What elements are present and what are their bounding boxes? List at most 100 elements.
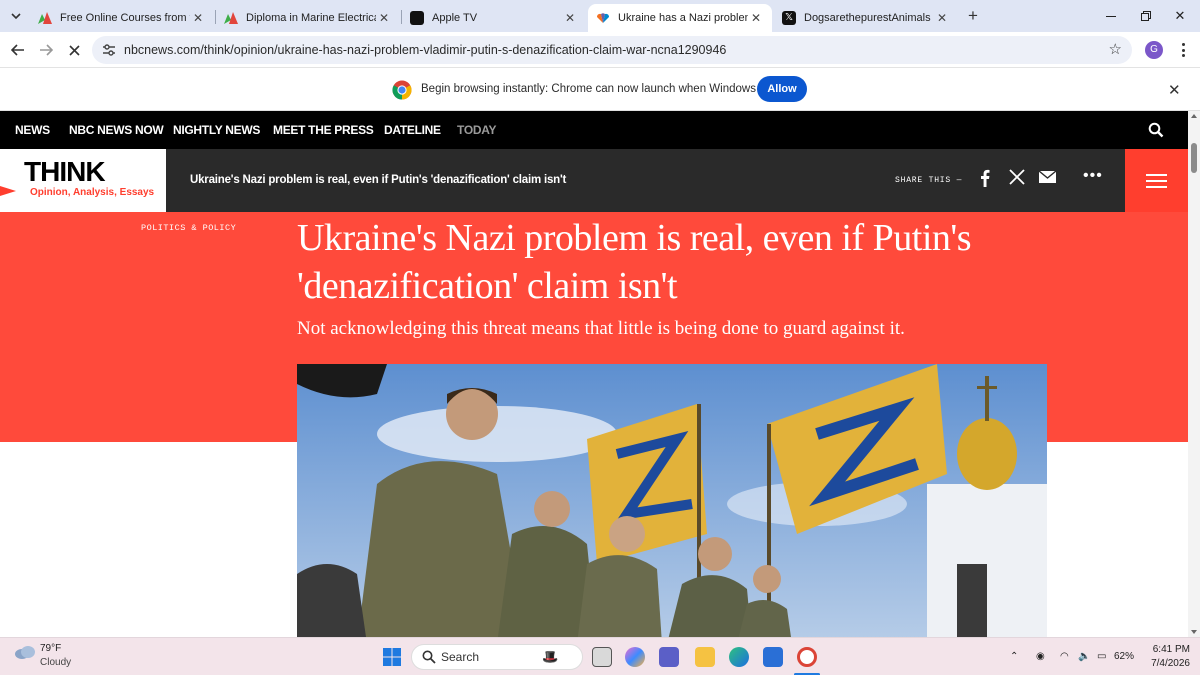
chevron-down-icon [11,13,21,20]
new-tab-button[interactable]: + [963,6,983,26]
close-tab-icon[interactable]: ✕ [748,11,764,25]
tab-strip: Free Online Courses from the W ✕ Diploma… [0,0,1200,32]
allow-button[interactable]: Allow [757,76,807,102]
tab-ukraine-article[interactable]: Ukraine has a Nazi problem, bu ✕ [588,4,772,32]
nav-news[interactable]: NEWS [15,111,50,149]
search-icon[interactable] [1148,122,1164,138]
close-tab-icon[interactable]: ✕ [376,11,392,25]
forward-arrow-icon [40,44,53,56]
weather-condition[interactable]: Cloudy [40,657,71,668]
more-icon[interactable]: ••• [1083,167,1103,185]
clock[interactable]: 6:41 PM 7/4/2026 [1140,643,1190,671]
taskbar-search-label: Search [441,650,480,664]
startup-infobar: Begin browsing instantly: Chrome can now… [0,68,1200,111]
article-dek: Not acknowledging this threat means that… [297,318,905,339]
battery-percent[interactable]: 62% [1114,638,1134,675]
site-nav: NEWS NBC NEWS NOW NIGHTLY NEWS MEET THE … [0,111,1188,149]
tab-title: Free Online Courses from the W [60,12,190,24]
apple-tv-icon [410,11,424,25]
back-arrow-icon [11,44,24,56]
restore-icon [1141,11,1151,21]
tab-title: Apple TV [432,12,478,24]
weather-temp[interactable]: 79°F [40,643,61,654]
nav-nightly-news[interactable]: NIGHTLY NEWS [173,111,260,149]
tab-diploma-marine[interactable]: Diploma in Marine Electrical: Re ✕ [216,4,400,32]
close-icon [68,44,80,56]
profile-avatar[interactable]: G [1145,41,1163,59]
web-page: NEWS NBC NEWS NOW NIGHTLY NEWS MEET THE … [0,111,1188,637]
bookmark-star-icon[interactable]: ☆ [1109,40,1122,58]
url-text: nbcnews.com/think/opinion/ukraine-has-na… [124,43,727,57]
close-tab-icon[interactable]: ✕ [934,11,950,25]
infobar-message: Begin browsing instantly: Chrome can now… [421,83,791,95]
chrome-menu-button[interactable] [1176,41,1190,59]
tab-search-button[interactable] [6,6,26,26]
chrome-logo-icon [392,80,412,100]
forward-button[interactable] [35,39,57,61]
file-explorer-icon[interactable] [695,647,715,667]
think-header-bar: THINK Opinion, Analysis, Essays Ukraine'… [0,149,1188,212]
browser-window: Free Online Courses from the W ✕ Diploma… [0,0,1200,675]
volume-icon[interactable]: 🔈 [1078,638,1090,675]
close-window-button[interactable]: ✕ [1160,0,1200,32]
security-icon[interactable]: ◉ [1036,638,1045,675]
close-tab-icon[interactable]: ✕ [562,11,578,25]
stop-loading-button[interactable] [63,39,85,61]
address-bar[interactable]: nbcnews.com/think/opinion/ukraine-has-na… [92,36,1132,64]
close-tab-icon[interactable]: ✕ [190,11,206,25]
cloud-icon[interactable] [14,644,36,660]
search-icon [422,650,436,664]
close-infobar-icon[interactable]: ✕ [1168,81,1181,99]
tray-overflow-icon[interactable]: ⌃ [1010,638,1018,675]
search-highlight-icon: 🎩 [542,649,559,664]
tab-title: Diploma in Marine Electrical: Re [246,12,376,24]
think-logo[interactable]: THINK Opinion, Analysis, Essays [0,149,166,212]
back-button[interactable] [7,39,29,61]
scroll-down-arrow-icon[interactable] [1191,630,1197,634]
wifi-icon[interactable]: ◠ [1060,638,1069,675]
article-title: Ukraine's Nazi problem is real, even if … [297,217,972,307]
task-view-icon[interactable] [592,647,612,667]
alison-icon [224,11,238,25]
nav-meet-the-press[interactable]: MEET THE PRESS [273,111,374,149]
x-icon[interactable] [1009,169,1025,185]
minimize-button[interactable] [1091,0,1131,32]
page-scrollbar[interactable] [1188,111,1200,637]
soldiers-with-flags-photo [297,364,1047,637]
site-info-icon[interactable] [102,43,116,57]
article-hero-photo [297,364,1047,637]
think-logo-word: THINK [24,156,106,187]
tab-title: Ukraine has a Nazi problem, bu [618,12,748,24]
tab-apple-tv[interactable]: Apple TV ✕ [402,4,586,32]
scrollbar-thumb[interactable] [1191,143,1197,173]
browser-toolbar: nbcnews.com/think/opinion/ukraine-has-na… [0,32,1200,68]
menu-button[interactable] [1125,149,1188,212]
nbc-peacock-icon [596,11,610,25]
taskbar-search[interactable]: Search 🎩 [411,644,583,670]
windows-start-icon[interactable] [383,648,401,666]
clock-date: 7/4/2026 [1151,658,1190,669]
tab-free-online-courses[interactable]: Free Online Courses from the W ✕ [30,4,214,32]
tab-dogs-x[interactable]: 𝕏 DogsarethepurestAnimals on X ✕ [774,4,958,32]
share-label: SHARE THIS — [895,176,963,185]
scroll-up-arrow-icon[interactable] [1191,114,1197,118]
store-icon[interactable] [763,647,783,667]
copilot-icon[interactable] [625,647,645,667]
clock-time: 6:41 PM [1152,644,1190,655]
tab-title: DogsarethepurestAnimals on X [804,12,934,24]
chrome-icon[interactable] [797,647,817,667]
nav-nbc-news-now[interactable]: NBC NEWS NOW [69,111,164,149]
windows-taskbar: 79°F Cloudy Search 🎩 ⌃ ◉ ◠ 🔈 ▭ 62% 6:41 … [0,637,1200,675]
nav-dateline[interactable]: DATELINE [384,111,441,149]
edge-icon[interactable] [729,647,749,667]
think-wedge-shape [0,186,16,196]
alison-icon [38,11,52,25]
teams-icon[interactable] [659,647,679,667]
think-logo-subtitle: Opinion, Analysis, Essays [30,187,155,198]
nav-today[interactable]: TODAY [457,111,496,149]
facebook-icon[interactable] [980,169,990,187]
email-icon[interactable] [1039,171,1056,183]
section-label[interactable]: POLITICS & POLICY [141,223,236,233]
battery-icon[interactable]: ▭ [1097,638,1106,675]
sticky-headline: Ukraine's Nazi problem is real, even if … [190,174,567,186]
